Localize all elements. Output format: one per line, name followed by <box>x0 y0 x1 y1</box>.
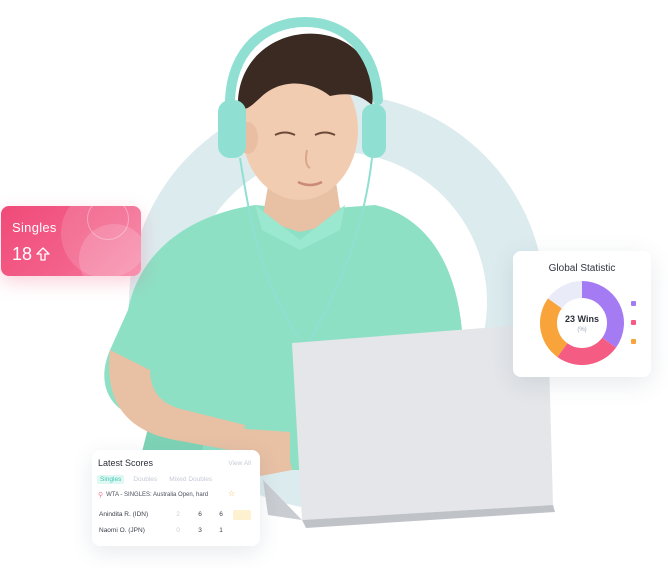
score-cell: 3 <box>198 527 202 534</box>
tab-doubles[interactable]: Doubles <box>130 475 160 484</box>
score-cell: 6 <box>198 511 202 518</box>
donut-center-sub: (%) <box>577 327 586 333</box>
tennis-racket-icon: ⚲ <box>98 492 104 499</box>
singles-label: Singles <box>12 220 57 235</box>
latest-scores-card: Latest Scores View All Singles Doubles M… <box>92 450 260 546</box>
event-name: WTA - SINGLES: Australia Open, hard <box>106 492 209 498</box>
event-row: ⚲ WTA - SINGLES: Australia Open, hard <box>98 491 208 499</box>
player-name: Naomi O. (JPN) <box>99 527 145 534</box>
tab-singles[interactable]: Singles <box>97 475 125 484</box>
global-statistic-title: Global Statistic <box>548 263 616 274</box>
score-cell: 1 <box>219 527 223 534</box>
global-statistic-card: Global Statistic 23 Wins (%) <box>513 251 651 377</box>
score-cell: 2 <box>176 511 180 518</box>
view-all-link[interactable]: View All <box>228 460 251 467</box>
star-icon[interactable]: ☆ <box>228 489 235 498</box>
legend-swatch <box>631 339 636 344</box>
player-name: Anindita R. (IDN) <box>99 511 149 518</box>
score-cell: 6 <box>219 511 223 518</box>
singles-card[interactable]: Singles 18 <box>1 206 141 276</box>
legend-swatch <box>631 301 636 306</box>
donut-chart: 23 Wins (%) <box>540 281 624 365</box>
arrow-up-icon <box>36 247 50 261</box>
tab-mixed-doubles[interactable]: Mixed Doubles <box>166 475 215 484</box>
score-cell: 0 <box>176 527 180 534</box>
legend-swatch <box>631 320 636 325</box>
latest-scores-title: Latest Scores <box>98 458 154 468</box>
winner-badge <box>233 510 251 520</box>
donut-center-value: 23 Wins <box>565 314 599 324</box>
singles-value: 18 <box>12 244 33 264</box>
score-tabs: Singles Doubles Mixed Doubles <box>97 475 215 484</box>
